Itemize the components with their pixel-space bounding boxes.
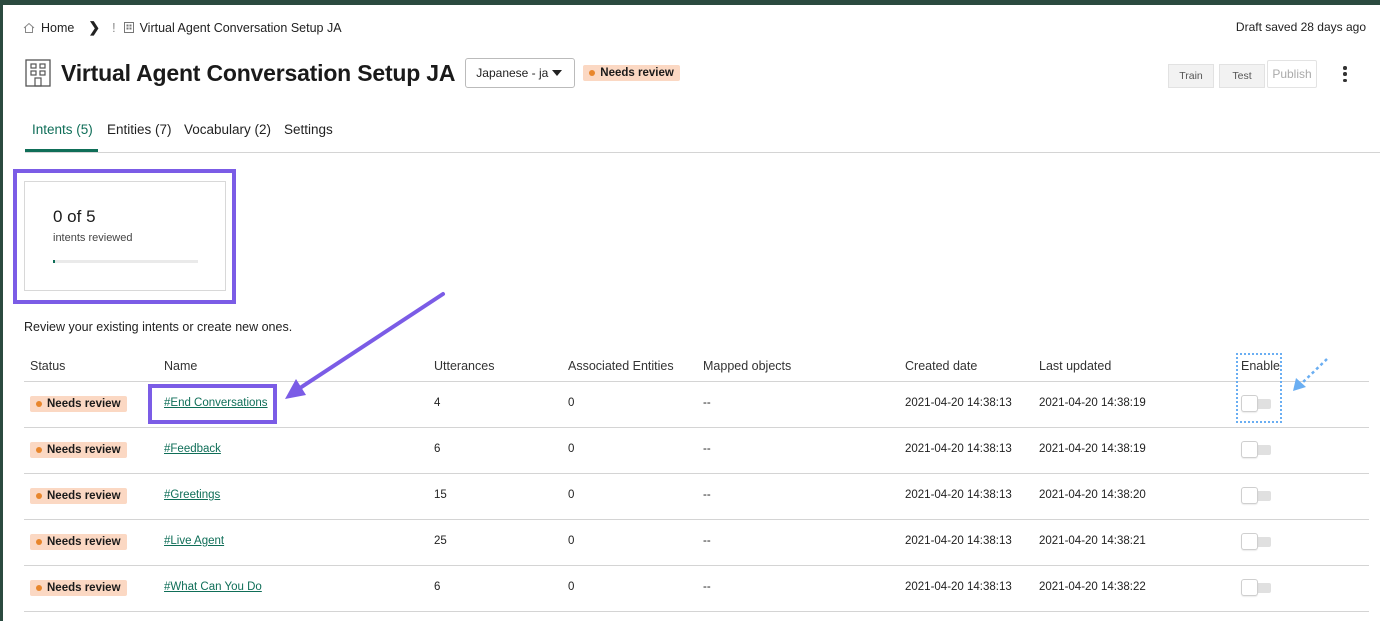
- caret-down-icon: [552, 70, 563, 76]
- page-title: Virtual Agent Conversation Setup JA: [61, 59, 456, 86]
- tab-vocabulary[interactable]: Vocabulary (2): [184, 122, 271, 137]
- utterances-value: 6: [434, 443, 441, 455]
- intent-name-link[interactable]: #Live Agent: [164, 535, 224, 547]
- intent-name-link[interactable]: #Feedback: [164, 443, 221, 455]
- intents-table: Status Name Utterances Associated Entiti…: [24, 353, 1369, 612]
- status-badge-label: Needs review: [47, 444, 121, 456]
- status-badge-label: Needs review: [47, 582, 121, 594]
- table-row: Needs review #Feedback 6 0 -- 2021-04-20 14:3…: [24, 428, 1369, 474]
- mapped-objects-value: --: [703, 581, 711, 593]
- annotation-highlight-summary: [13, 169, 236, 304]
- tab-bar: Intents (5) Entities (7) Vocabulary (2) …: [25, 113, 1380, 153]
- column-header-status[interactable]: Status: [30, 359, 65, 373]
- intent-name-link[interactable]: #Greetings: [164, 489, 220, 501]
- utterances-value: 25: [434, 535, 447, 547]
- utterances-value: 6: [434, 581, 441, 593]
- intro-text: Review your existing intents or create n…: [24, 320, 293, 334]
- table-row: Needs review #Live Agent 25 0 -- 2021-04-20 1…: [24, 520, 1369, 566]
- chevron-right-icon: ❯: [88, 19, 101, 35]
- entities-value: 0: [568, 581, 575, 593]
- entities-value: 0: [568, 443, 575, 455]
- building-icon: [123, 22, 134, 33]
- language-select[interactable]: Japanese - ja: [465, 58, 576, 88]
- enable-toggle[interactable]: [1241, 578, 1271, 596]
- tab-intents[interactable]: Intents (5): [32, 122, 93, 137]
- column-header-created[interactable]: Created date: [905, 359, 977, 373]
- annotation-highlight-enable: [1236, 353, 1282, 423]
- created-date-value: 2021-04-20 14:38:13: [905, 535, 1012, 547]
- column-header-mapped[interactable]: Mapped objects: [703, 359, 791, 373]
- mapped-objects-value: --: [703, 535, 711, 547]
- column-header-name[interactable]: Name: [164, 359, 197, 373]
- created-date-value: 2021-04-20 14:38:13: [905, 489, 1012, 501]
- status-badge: Needs review: [30, 534, 127, 550]
- breadcrumb-home[interactable]: Home: [41, 21, 74, 35]
- entities-value: 0: [568, 489, 575, 501]
- mapped-objects-value: --: [703, 397, 711, 409]
- status-dot-icon: [36, 585, 42, 591]
- draft-status: Draft saved 28 days ago: [1235, 20, 1366, 34]
- created-date-value: 2021-04-20 14:38:13: [905, 443, 1012, 455]
- status-dot-icon: [36, 539, 42, 545]
- status-badge-label: Needs review: [47, 398, 121, 410]
- status-badge-label: Needs review: [600, 67, 674, 79]
- intent-name-link[interactable]: #What Can You Do: [164, 581, 262, 593]
- status-badge: Needs review: [30, 580, 127, 596]
- mapped-objects-value: --: [703, 489, 711, 501]
- table-header: Status Name Utterances Associated Entiti…: [24, 353, 1369, 382]
- table-row: Needs review #End Conversations 4 0 -- 2021-0…: [24, 382, 1369, 428]
- status-badge: Needs review: [30, 488, 127, 504]
- publish-button[interactable]: Publish: [1267, 60, 1317, 88]
- status-dot-icon: [36, 401, 42, 407]
- column-header-utterances[interactable]: Utterances: [434, 359, 494, 373]
- status-badge-label: Needs review: [47, 490, 121, 502]
- tab-settings[interactable]: Settings: [284, 122, 333, 137]
- last-updated-value: 2021-04-20 14:38:19: [1039, 443, 1146, 455]
- enable-toggle[interactable]: [1241, 440, 1271, 458]
- entities-value: 0: [568, 535, 575, 547]
- home-icon[interactable]: [23, 22, 35, 34]
- status-dot-icon: [36, 447, 42, 453]
- language-select-value: Japanese - ja: [476, 66, 549, 80]
- status-badge: Needs review: [30, 396, 127, 412]
- last-updated-value: 2021-04-20 14:38:19: [1039, 397, 1146, 409]
- tab-entities[interactable]: Entities (7): [107, 122, 172, 137]
- breadcrumb-current: Virtual Agent Conversation Setup JA: [139, 20, 342, 35]
- entities-value: 0: [568, 397, 575, 409]
- status-badge: Needs review: [30, 442, 127, 458]
- status-badge: Needs review: [583, 65, 680, 81]
- last-updated-value: 2021-04-20 14:38:22: [1039, 581, 1146, 593]
- last-updated-value: 2021-04-20 14:38:21: [1039, 535, 1146, 547]
- breadcrumb-prefix: !: [112, 20, 116, 35]
- utterances-value: 4: [434, 397, 441, 409]
- table-row: Needs review #Greetings 15 0 -- 2021-04-20 14…: [24, 474, 1369, 520]
- kebab-menu-icon[interactable]: [1339, 65, 1351, 83]
- status-badge-label: Needs review: [47, 536, 121, 548]
- app-frame: Home ❯ ! Virtual Agent Conversation Setu…: [0, 0, 1380, 621]
- utterances-value: 15: [434, 489, 447, 501]
- last-updated-value: 2021-04-20 14:38:20: [1039, 489, 1146, 501]
- test-button[interactable]: Test: [1219, 64, 1265, 88]
- enable-toggle[interactable]: [1241, 532, 1271, 550]
- status-dot-icon: [589, 70, 596, 76]
- active-tab-indicator: [25, 149, 98, 152]
- column-header-updated[interactable]: Last updated: [1039, 359, 1111, 373]
- column-header-entities[interactable]: Associated Entities: [568, 359, 674, 373]
- created-date-value: 2021-04-20 14:38:13: [905, 581, 1012, 593]
- annotation-highlight-name: [148, 384, 277, 424]
- train-button[interactable]: Train: [1168, 64, 1214, 88]
- building-icon: [25, 59, 51, 87]
- created-date-value: 2021-04-20 14:38:13: [905, 397, 1012, 409]
- status-dot-icon: [36, 493, 42, 499]
- table-row: Needs review #What Can You Do 6 0 -- 2021-04-…: [24, 566, 1369, 612]
- breadcrumb: Home ❯ ! Virtual Agent Conversation Setu…: [23, 19, 342, 36]
- enable-toggle[interactable]: [1241, 486, 1271, 504]
- title-row: Virtual Agent Conversation Setup JA Japa…: [25, 58, 680, 88]
- mapped-objects-value: --: [703, 443, 711, 455]
